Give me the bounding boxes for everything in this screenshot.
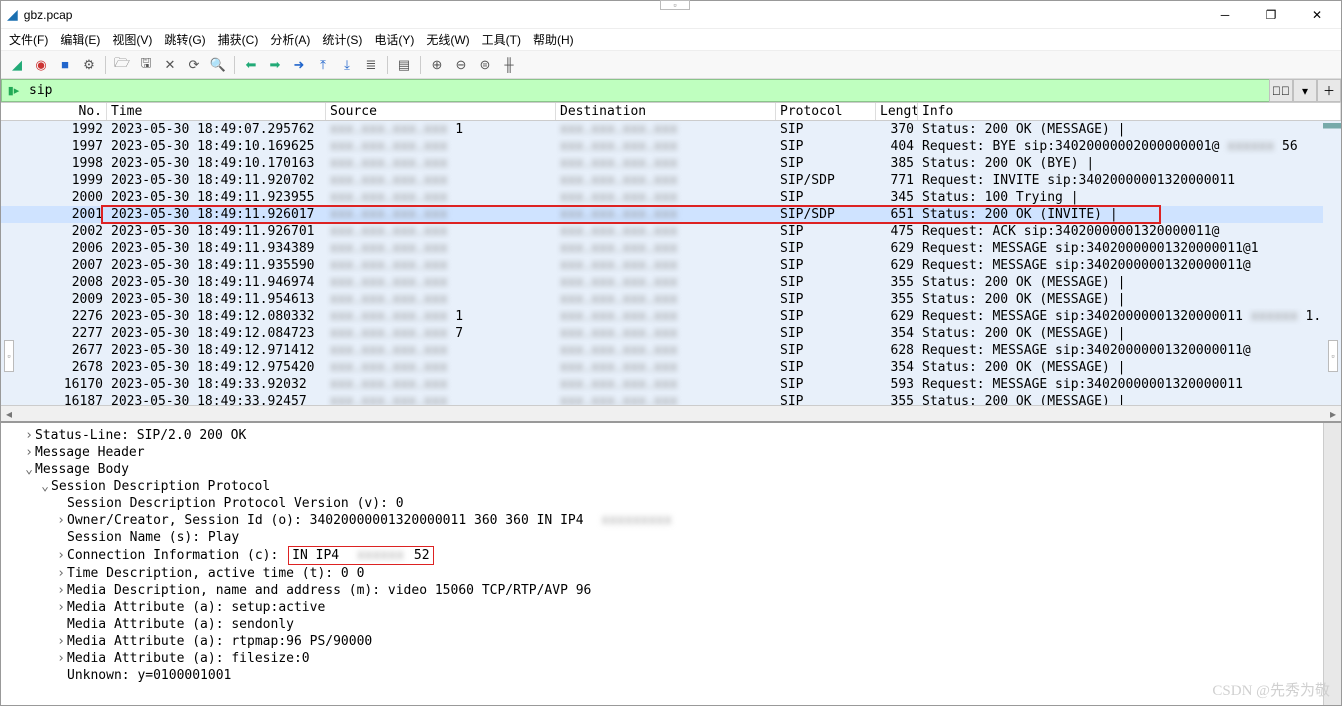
table-row[interactable]: 20082023-05-30 18:49:11.946974xxx.xxx.xx… — [1, 274, 1341, 291]
crop-handle-top: ▫ — [660, 0, 690, 10]
menu-go[interactable]: 跳转(G) — [164, 31, 205, 48]
clear-filter-icon[interactable]: �⃢ — [1269, 79, 1293, 102]
menu-stats[interactable]: 统计(S) — [322, 31, 362, 48]
close-button[interactable]: ✕ — [1295, 1, 1339, 29]
menu-edit[interactable]: 编辑(E) — [60, 31, 100, 48]
find-icon[interactable]: 🔍 — [208, 55, 228, 75]
window-title: gbz.pcap — [24, 8, 73, 22]
table-row[interactable]: 22762023-05-30 18:49:12.080332xxx.xxx.xx… — [1, 308, 1341, 325]
go-last-icon[interactable]: ⤓ — [337, 55, 357, 75]
detail-sdp-c[interactable]: ›Connection Information (c): IN IP4 xxxx… — [7, 546, 1335, 565]
table-row[interactable]: 20022023-05-30 18:49:11.926701xxx.xxx.xx… — [1, 223, 1341, 240]
go-to-packet-icon[interactable]: ➜ — [289, 55, 309, 75]
detail-sdp-t[interactable]: ›Time Description, active time (t): 0 0 — [7, 565, 1335, 582]
detail-sdp-o[interactable]: ›Owner/Creator, Session Id (o): 34020000… — [7, 512, 1335, 529]
go-forward-icon[interactable]: ➡ — [265, 55, 285, 75]
start-capture-icon[interactable]: ◢ — [7, 55, 27, 75]
display-filter-input[interactable] — [25, 79, 1269, 102]
auto-scroll-icon[interactable]: ≣ — [361, 55, 381, 75]
table-row[interactable]: 20072023-05-30 18:49:11.935590xxx.xxx.xx… — [1, 257, 1341, 274]
menu-capture[interactable]: 捕获(C) — [218, 31, 259, 48]
table-row[interactable]: 26782023-05-30 18:49:12.975420xxx.xxx.xx… — [1, 359, 1341, 376]
open-file-icon[interactable]: 🗁 — [112, 55, 132, 75]
col-protocol[interactable]: Protocol — [776, 103, 876, 120]
menu-telephony[interactable]: 电话(Y) — [374, 31, 414, 48]
table-row[interactable]: 20092023-05-30 18:49:11.954613xxx.xxx.xx… — [1, 291, 1341, 308]
col-no[interactable]: No. — [1, 103, 107, 120]
app-window: ◢ gbz.pcap ─ ❐ ✕ 文件(F) 编辑(E) 视图(V) 跳转(G)… — [0, 0, 1342, 706]
table-row[interactable]: 161872023-05-30 18:49:33.92457xxx.xxx.xx… — [1, 393, 1341, 405]
packet-list-pane: No. Time Source Destination Protocol Len… — [1, 103, 1341, 423]
maximize-button[interactable]: ❐ — [1249, 1, 1293, 29]
col-dst[interactable]: Destination — [556, 103, 776, 120]
col-time[interactable]: Time — [107, 103, 326, 120]
menu-file[interactable]: 文件(F) — [9, 31, 48, 48]
menu-help[interactable]: 帮助(H) — [533, 31, 574, 48]
app-icon: ◢ — [7, 6, 18, 23]
detail-sdp-s[interactable]: Session Name (s): Play — [7, 529, 1335, 546]
packet-list-header[interactable]: No. Time Source Destination Protocol Len… — [1, 103, 1341, 121]
menu-analyze[interactable]: 分析(A) — [270, 31, 310, 48]
reload-icon[interactable]: ⟳ — [184, 55, 204, 75]
table-row[interactable]: 19992023-05-30 18:49:11.920702xxx.xxx.xx… — [1, 172, 1341, 189]
col-length[interactable]: Length — [876, 103, 918, 120]
capture-options-icon[interactable]: ⚙ — [79, 55, 99, 75]
col-src[interactable]: Source — [326, 103, 556, 120]
stop-capture-icon[interactable]: ◉ — [31, 55, 51, 75]
packet-list-rows[interactable]: 19922023-05-30 18:49:07.295762xxx.xxx.xx… — [1, 121, 1341, 405]
detail-sdp-m[interactable]: ›Media Description, name and address (m)… — [7, 582, 1335, 599]
apply-filter-icon[interactable]: ▾ — [1293, 79, 1317, 102]
save-file-icon[interactable]: 🖫 — [136, 55, 156, 75]
detail-sdp-v[interactable]: Session Description Protocol Version (v)… — [7, 495, 1335, 512]
detail-status-line[interactable]: ›Status-Line: SIP/2.0 200 OK — [7, 427, 1335, 444]
resize-columns-icon[interactable]: ╫ — [499, 55, 519, 75]
menu-view[interactable]: 视图(V) — [112, 31, 152, 48]
crop-handle-right: ▫ — [1328, 340, 1338, 372]
zoom-out-icon[interactable]: ⊖ — [451, 55, 471, 75]
tool-bar: ◢ ◉ ■ ⚙ 🗁 🖫 ✕ ⟳ 🔍 ⬅ ➡ ➜ ⤒ ⤓ ≣ ▤ ⊕ ⊖ ⊜ ╫ — [1, 51, 1341, 79]
menu-tools[interactable]: 工具(T) — [482, 31, 521, 48]
table-row[interactable]: 20062023-05-30 18:49:11.934389xxx.xxx.xx… — [1, 240, 1341, 257]
table-row[interactable]: 19972023-05-30 18:49:10.169625xxx.xxx.xx… — [1, 138, 1341, 155]
detail-message-body[interactable]: ⌄Message Body — [7, 461, 1335, 478]
packet-details-pane[interactable]: ›Status-Line: SIP/2.0 200 OK ›Message He… — [1, 423, 1341, 705]
detail-sdp-a4[interactable]: ›Media Attribute (a): filesize:0 — [7, 650, 1335, 667]
add-filter-icon[interactable]: ＋ — [1317, 79, 1341, 102]
col-info[interactable]: Info — [918, 103, 1341, 120]
minimize-button[interactable]: ─ — [1203, 1, 1247, 29]
detail-v-scrollbar[interactable] — [1323, 423, 1341, 705]
packet-h-scrollbar[interactable]: ◂▸ — [1, 405, 1341, 421]
zoom-reset-icon[interactable]: ⊜ — [475, 55, 495, 75]
restart-capture-icon[interactable]: ■ — [55, 55, 75, 75]
detail-sdp-a1[interactable]: ›Media Attribute (a): setup:active — [7, 599, 1335, 616]
table-row[interactable]: 20002023-05-30 18:49:11.923955xxx.xxx.xx… — [1, 189, 1341, 206]
detail-sdp-unknown[interactable]: Unknown: y=0100001001 — [7, 667, 1335, 684]
table-row[interactable]: 19922023-05-30 18:49:07.295762xxx.xxx.xx… — [1, 121, 1341, 138]
bookmark-filter-icon[interactable]: ▮▸ — [1, 79, 25, 102]
menu-wireless[interactable]: 无线(W) — [426, 31, 469, 48]
zoom-in-icon[interactable]: ⊕ — [427, 55, 447, 75]
go-back-icon[interactable]: ⬅ — [241, 55, 261, 75]
table-row[interactable]: 161702023-05-30 18:49:33.92032xxx.xxx.xx… — [1, 376, 1341, 393]
go-first-icon[interactable]: ⤒ — [313, 55, 333, 75]
filter-bar: ▮▸ �⃢ ▾ ＋ — [1, 79, 1341, 103]
table-row[interactable]: 20012023-05-30 18:49:11.926017xxx.xxx.xx… — [1, 206, 1341, 223]
table-row[interactable]: 26772023-05-30 18:49:12.971412xxx.xxx.xx… — [1, 342, 1341, 359]
detail-sdp[interactable]: ⌄Session Description Protocol — [7, 478, 1335, 495]
detail-sdp-a2[interactable]: Media Attribute (a): sendonly — [7, 616, 1335, 633]
colorize-icon[interactable]: ▤ — [394, 55, 414, 75]
crop-handle-left: ▫ — [4, 340, 14, 372]
detail-sdp-a3[interactable]: ›Media Attribute (a): rtpmap:96 PS/90000 — [7, 633, 1335, 650]
close-file-icon[interactable]: ✕ — [160, 55, 180, 75]
table-row[interactable]: 19982023-05-30 18:49:10.170163xxx.xxx.xx… — [1, 155, 1341, 172]
detail-message-header[interactable]: ›Message Header — [7, 444, 1335, 461]
menu-bar: 文件(F) 编辑(E) 视图(V) 跳转(G) 捕获(C) 分析(A) 统计(S… — [1, 29, 1341, 51]
table-row[interactable]: 22772023-05-30 18:49:12.084723xxx.xxx.xx… — [1, 325, 1341, 342]
